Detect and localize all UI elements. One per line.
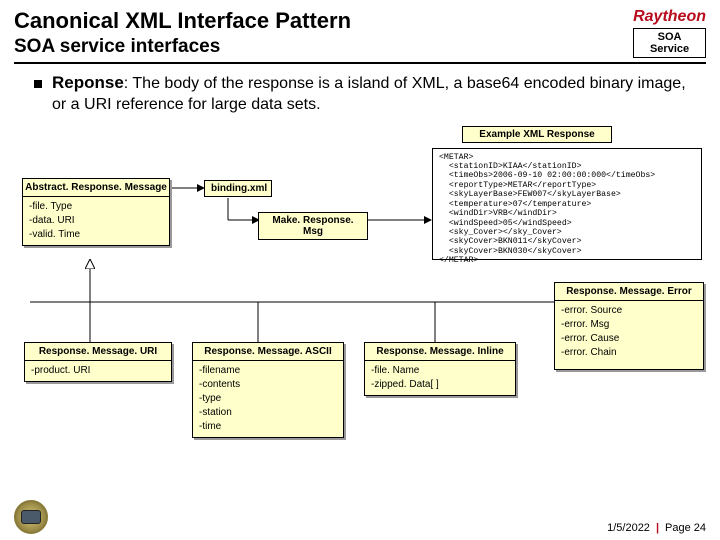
xml-sample: <METAR> <stationID>KIAA</stationID> <tim… [432,148,702,260]
attr: -zipped. Data[ ] [371,378,509,392]
bullet-body: The body of the response is a island of … [52,75,686,113]
header: Canonical XML Interface Pattern SOA serv… [0,0,720,64]
inline-attrs: -file. Name -zipped. Data[ ] [365,361,515,395]
brand-logo: Raytheon [633,8,706,26]
header-divider [14,62,706,64]
ascii-attrs: -filename -contents -type -station -time [193,361,343,437]
attr: -time [199,420,337,434]
attr: -station [199,406,337,420]
attr: -error. Source [561,304,697,318]
bullet-lead: Reponse [52,73,124,92]
attr: -data. URI [29,214,163,228]
footer: 1/5/2022 | Page 24 [607,522,706,534]
uri-title: Response. Message. URI [25,343,171,361]
abstract-attrs: -file. Type -data. URI -valid. Time [23,197,169,245]
ascii-title: Response. Message. ASCII [193,343,343,361]
attr: -contents [199,378,337,392]
bullet-row: Reponse: The body of the response is a i… [0,72,720,116]
brand-block: Raytheon SOA Service [633,8,706,58]
response-message-uri-box: Response. Message. URI -product. URI [24,342,172,382]
attr: -filename [199,364,337,378]
bullet-text: Reponse: The body of the response is a i… [52,72,692,116]
error-title: Response. Message. Error [555,283,703,301]
attr: -file. Type [29,200,163,214]
make-response-msg-label: Make. Response. Msg [258,212,368,240]
bullet-icon [34,80,42,88]
seal-icon [14,500,48,534]
response-message-error-box: Response. Message. Error -error. Source … [554,282,704,370]
footer-divider: | [656,522,659,534]
soa-line2: Service [648,43,691,55]
example-xml-response-label: Example XML Response [462,126,612,143]
footer-date: 1/5/2022 [607,522,650,534]
uri-attrs: -product. URI [25,361,171,381]
response-message-inline-box: Response. Message. Inline -file. Name -z… [364,342,516,396]
abstract-response-message-box: Abstract. Response. Message -file. Type … [22,178,170,246]
soa-service-box: SOA Service [633,28,706,58]
page-subtitle: SOA service interfaces [14,36,706,58]
attr: -type [199,392,337,406]
abstract-title: Abstract. Response. Message [23,179,169,197]
error-attrs: -error. Source -error. Msg -error. Cause… [555,301,703,369]
soa-line1: SOA [648,31,691,43]
diagram-canvas: Example XML Response <METAR> <stationID>… [0,122,720,492]
page-title: Canonical XML Interface Pattern [14,8,706,34]
response-message-ascii-box: Response. Message. ASCII -filename -cont… [192,342,344,438]
binding-xml-label: binding.xml [204,180,272,197]
inline-title: Response. Message. Inline [365,343,515,361]
attr: -file. Name [371,364,509,378]
attr: -error. Cause [561,332,697,346]
attr: -error. Msg [561,318,697,332]
attr: -product. URI [31,364,165,378]
footer-page: Page 24 [665,522,706,534]
attr: -valid. Time [29,228,163,242]
attr: -error. Chain [561,346,697,360]
